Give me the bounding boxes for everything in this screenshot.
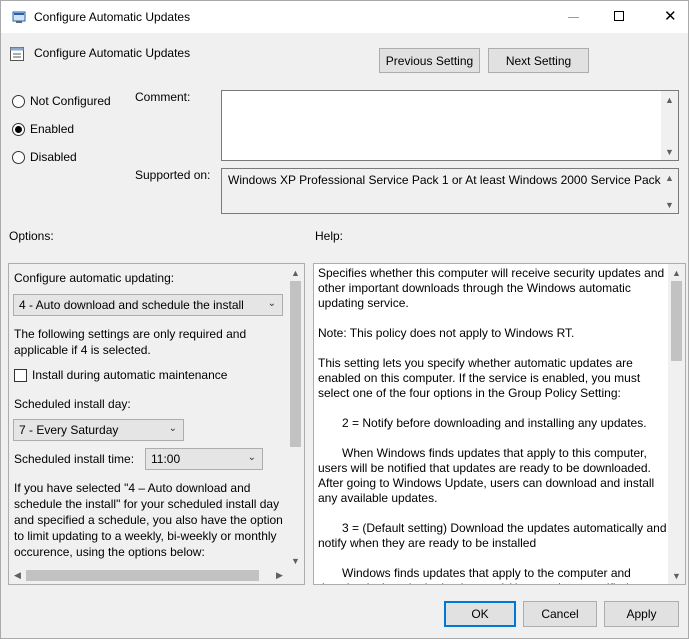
scroll-thumb[interactable]: [26, 570, 259, 581]
install-time-select[interactable]: 11:00 ⌄: [145, 448, 263, 470]
policy-editor-icon: [12, 11, 26, 23]
note-line: The following settings are only required…: [14, 327, 247, 341]
radio-disabled[interactable]: Disabled: [12, 150, 77, 164]
install-day-select[interactable]: 7 - Every Saturday ⌄: [13, 419, 184, 441]
apply-button[interactable]: Apply: [604, 601, 679, 627]
configure-updating-select[interactable]: 4 - Auto download and schedule the insta…: [13, 294, 283, 316]
scroll-up-icon[interactable]: ▲: [668, 264, 685, 281]
close-icon: ✕: [664, 8, 677, 25]
description-line: and specified a schedule, you also have …: [14, 513, 283, 527]
checkbox-box: [14, 368, 27, 382]
policy-setting-icon: [10, 47, 24, 61]
select-value: 11:00: [151, 452, 181, 466]
radio-circle: [12, 94, 25, 108]
select-value: 7 - Every Saturday: [19, 423, 119, 437]
help-paragraph: Note: This policy does not apply to Wind…: [318, 326, 575, 340]
chevron-down-icon: ⌄: [267, 298, 276, 309]
dialog-window: Configure Automatic Updates ✕ Configure …: [0, 0, 689, 639]
scroll-up-icon[interactable]: ▲: [661, 169, 678, 186]
help-text: Specifies whether this computer will rec…: [318, 266, 668, 584]
description-line: If you have selected "4 – Auto download …: [14, 481, 251, 495]
scroll-down-icon[interactable]: ▼: [661, 143, 678, 160]
comment-textarea[interactable]: ▲ ▼: [221, 90, 679, 161]
chevron-down-icon: ⌄: [168, 423, 177, 434]
radio-enabled[interactable]: Enabled: [12, 122, 74, 136]
title-bar: Configure Automatic Updates ✕: [1, 1, 688, 33]
cancel-button[interactable]: Cancel: [523, 601, 597, 627]
options-hscrollbar[interactable]: ◀ ▶: [9, 567, 288, 584]
description-line: occurence, using the options below:: [14, 545, 205, 559]
scroll-thumb[interactable]: [671, 281, 682, 361]
close-button[interactable]: ✕: [642, 1, 688, 33]
radio-circle: [12, 150, 25, 164]
supported-on-value: Windows XP Professional Service Pack 1 o…: [228, 173, 671, 187]
options-vscrollbar[interactable]: ▲ ▼: [287, 264, 304, 569]
help-vscrollbar[interactable]: ▲ ▼: [668, 264, 685, 584]
install-time-label: Scheduled install time:: [14, 452, 135, 466]
scroll-right-icon[interactable]: ▶: [271, 567, 288, 584]
maximize-button[interactable]: [597, 1, 643, 33]
help-paragraph: 2 = Notify before downloading and instal…: [342, 416, 647, 430]
options-label: Options:: [9, 229, 54, 243]
ok-button[interactable]: OK: [444, 601, 516, 627]
scroll-up-icon[interactable]: ▲: [287, 264, 304, 281]
description-line: to limit updating to a weekly, bi-weekly…: [14, 529, 277, 543]
help-paragraph: Windows finds updates that apply to the …: [318, 566, 631, 584]
select-value: 4 - Auto download and schedule the insta…: [19, 298, 244, 312]
description-line: schedule the install" for your scheduled…: [14, 497, 280, 511]
scroll-down-icon[interactable]: ▼: [661, 196, 678, 213]
radio-circle-selected: [12, 122, 25, 136]
radio-not-configured[interactable]: Not Configured: [12, 94, 111, 108]
radio-label: Enabled: [30, 122, 75, 136]
install-day-label: Scheduled install day:: [14, 397, 131, 411]
minimize-button[interactable]: [551, 1, 597, 33]
minimize-icon: [568, 17, 579, 18]
comment-scrollbar[interactable]: ▲ ▼: [661, 91, 678, 160]
help-paragraph: Specifies whether this computer will rec…: [318, 266, 665, 310]
options-pane[interactable]: Configure automatic updating: 4 - Auto d…: [8, 263, 305, 585]
radio-label: Disabled: [30, 150, 77, 164]
scroll-left-icon[interactable]: ◀: [9, 567, 26, 584]
scroll-thumb[interactable]: [290, 281, 301, 447]
supported-on-label: Supported on:: [135, 168, 211, 182]
help-pane[interactable]: Specifies whether this computer will rec…: [313, 263, 686, 585]
scroll-down-icon[interactable]: ▼: [668, 567, 685, 584]
help-paragraph: When Windows finds updates that apply to…: [318, 446, 655, 505]
help-label: Help:: [315, 229, 344, 243]
help-paragraph: 3 = (Default setting) Download the updat…: [318, 521, 667, 550]
maximize-icon: [614, 11, 624, 21]
note-line: applicable if 4 is selected.: [14, 343, 151, 357]
help-paragraph: This setting lets you specify whether au…: [318, 356, 641, 400]
install-maintenance-checkbox[interactable]: Install during automatic maintenance: [14, 368, 227, 382]
radio-label: Not Configured: [30, 94, 111, 108]
chevron-down-icon: ⌄: [247, 452, 256, 463]
scroll-down-icon[interactable]: ▼: [287, 552, 304, 569]
supported-on-field: Windows XP Professional Service Pack 1 o…: [221, 168, 679, 214]
checkbox-label: Install during automatic maintenance: [32, 368, 228, 382]
comment-label: Comment:: [135, 90, 191, 104]
supported-scrollbar[interactable]: ▲ ▼: [661, 169, 678, 213]
policy-name: Configure Automatic Updates: [34, 46, 191, 60]
configure-updating-label: Configure automatic updating:: [14, 271, 175, 285]
previous-setting-button[interactable]: Previous Setting: [379, 48, 480, 73]
window-title: Configure Automatic Updates: [34, 10, 191, 24]
next-setting-button[interactable]: Next Setting: [488, 48, 589, 73]
scroll-up-icon[interactable]: ▲: [661, 91, 678, 108]
